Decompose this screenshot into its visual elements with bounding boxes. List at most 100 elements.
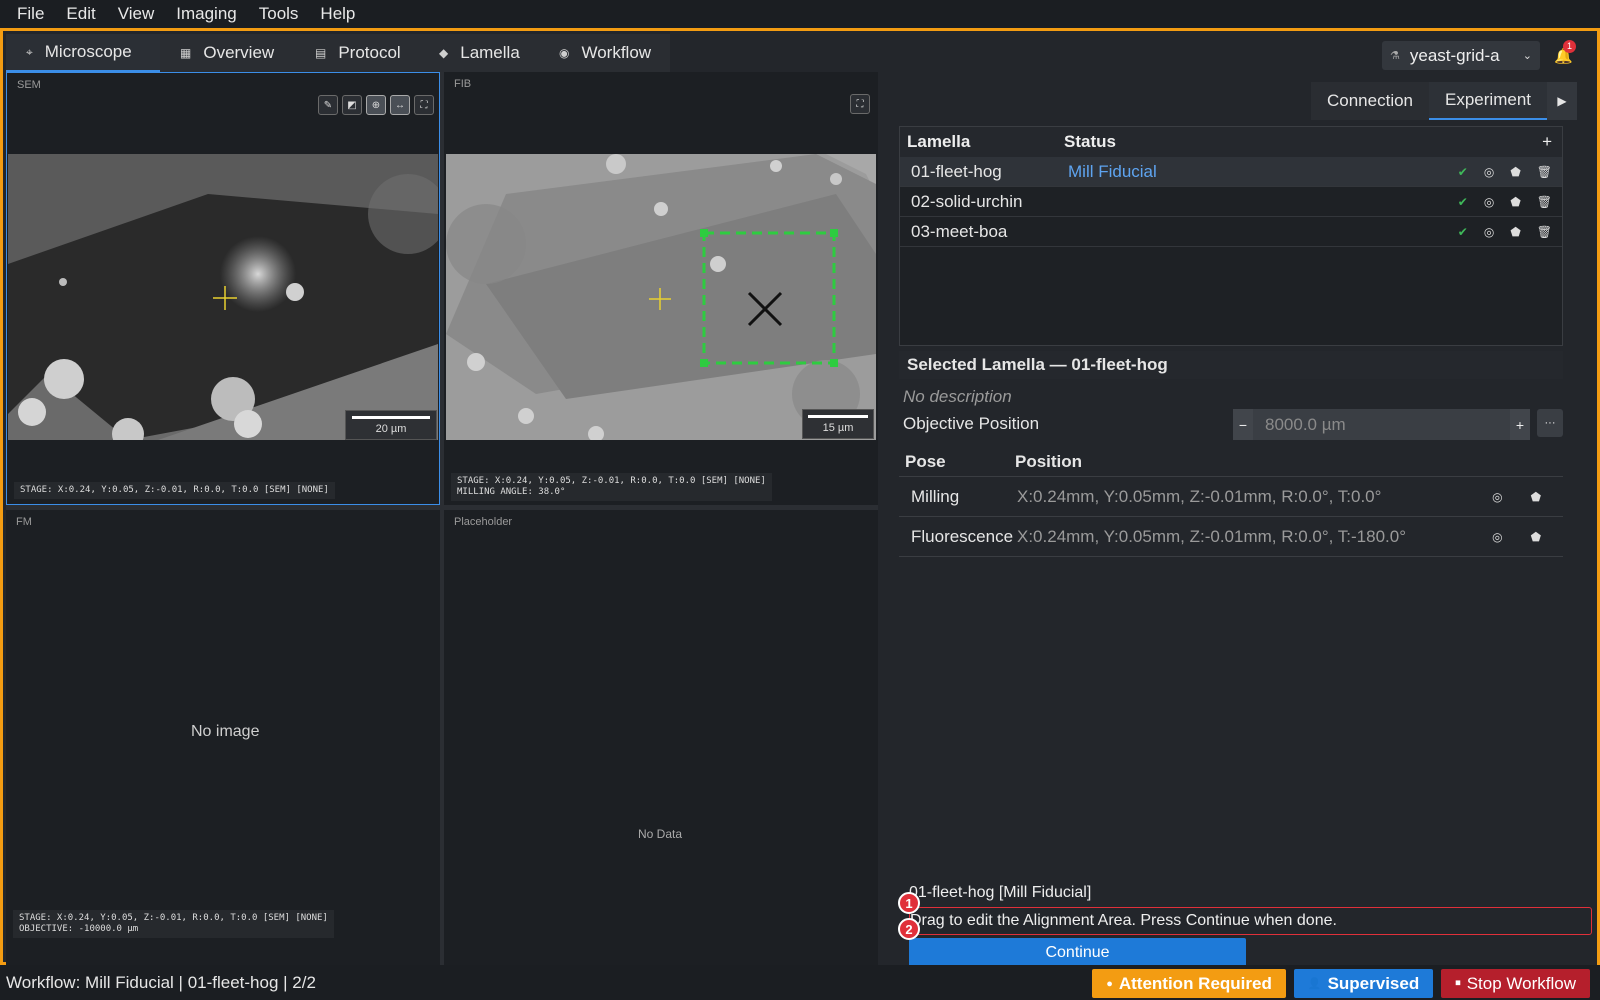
location-pin-icon[interactable]: ⬟ [1531, 530, 1541, 544]
chevron-down-icon: ⌄ [1522, 50, 1532, 62]
lamella-table-header: Lamella Status + [900, 127, 1562, 157]
menu-view[interactable]: View [107, 4, 166, 24]
increment-button[interactable]: + [1510, 409, 1530, 440]
right-splitter[interactable] [878, 72, 895, 965]
tab-experiment[interactable]: Experiment [1429, 82, 1547, 120]
fit-icon[interactable]: ⛶ [414, 95, 434, 115]
target-icon[interactable]: ◎ [1492, 530, 1502, 544]
sem-scale-bar: 20 µm [345, 410, 437, 440]
notification-badge: 1 [1563, 39, 1576, 53]
objective-position-row: Objective Position − 8000.0 µm + ··· [899, 408, 1563, 440]
target-icon[interactable]: ◎ [1484, 195, 1494, 209]
fm-no-image: No image [191, 723, 260, 740]
fib-stage-readout: STAGE: X:0.24, Y:0.05, Z:-0.01, R:0.0, T… [451, 473, 772, 501]
annotation-marker-1: 1 [898, 892, 920, 914]
fit-icon[interactable]: ⛶ [850, 94, 870, 114]
main-tab-bar: ⌖ Microscope ▦ Overview ▤ Protocol ◆ Lamella… [6, 34, 1594, 72]
contrast-icon[interactable]: ◩ [342, 95, 362, 115]
table-row: Fluorescence X:0.24mm, Y:0.05mm, Z:-0.01… [899, 517, 1563, 557]
project-selector[interactable]: ⚗ yeast-grid-a ⌄ [1382, 41, 1540, 70]
pencil-icon[interactable]: ✎ [318, 95, 338, 115]
main-window: ⌖ Microscope ▦ Overview ▤ Protocol ◆ Lamella… [0, 28, 1600, 968]
location-pin-icon[interactable]: ⬟ [1510, 195, 1520, 209]
status-bar: Workflow: Mill Fiducial | 01-fleet-hog |… [0, 965, 1600, 1000]
fm-viewer[interactable]: FM No image STAGE: X:0.24, Y:0.05, Z:-0.… [6, 510, 440, 965]
target-icon[interactable]: ◎ [1484, 225, 1494, 239]
flask-icon: ⚗ [1390, 50, 1400, 62]
stop-workflow-button[interactable]: ⏹ Stop Workflow [1441, 969, 1590, 998]
location-pin-icon[interactable]: ⬟ [1531, 490, 1541, 504]
annotation-marker-2: 2 [898, 918, 920, 940]
menu-help[interactable]: Help [309, 4, 366, 24]
fib-image[interactable]: 15 µm [446, 154, 876, 440]
attention-required-badge[interactable]: ● Attention Required [1092, 969, 1286, 998]
table-row[interactable]: 03-meet-boa ✔ ◎ ⬟ 🗑 [900, 217, 1562, 247]
decrement-button[interactable]: − [1233, 409, 1253, 440]
table-row: Milling X:0.24mm, Y:0.05mm, Z:-0.01mm, R… [899, 477, 1563, 517]
sem-image-graphic [8, 154, 438, 440]
fib-toolbar: ⛶ [850, 94, 870, 114]
objective-position-stepper: − 8000.0 µm + [1233, 409, 1530, 440]
workflow-step-title: 01-fleet-hog [Mill Fiducial] [909, 884, 1092, 901]
tab-workflow[interactable]: ◉ Workflow [539, 34, 670, 72]
right-tab-bar: Connection Experiment ▶ [1311, 82, 1577, 120]
table-row[interactable]: 02-solid-urchin ✔ ◎ ⬟ 🗑 [900, 187, 1562, 217]
continue-button[interactable]: Continue [909, 938, 1246, 968]
fib-scale-bar: 15 µm [802, 409, 874, 439]
user-icon: 👤 [1307, 978, 1322, 990]
measure-icon[interactable]: ↔ [390, 95, 410, 115]
sem-toolbar: ✎ ◩ ⊕ ↔ ⛶ [318, 95, 434, 115]
objective-position-input[interactable]: 8000.0 µm [1253, 409, 1510, 440]
location-pin-icon[interactable]: ⬟ [1510, 165, 1520, 179]
pose-table-header: Pose Position [899, 447, 1563, 477]
sem-stage-readout: STAGE: X:0.24, Y:0.05, Z:-0.01, R:0.0, T… [14, 482, 335, 499]
menu-imaging[interactable]: Imaging [165, 4, 247, 24]
workflow-status-text: Workflow: Mill Fiducial | 01-fleet-hog |… [6, 972, 316, 992]
supervised-toggle[interactable]: 👤 Supervised [1293, 969, 1434, 998]
map-icon: ▦ [180, 46, 192, 60]
target-icon[interactable]: ◎ [1492, 490, 1502, 504]
check-shield-icon[interactable]: ✔ [1458, 165, 1468, 179]
tab-protocol[interactable]: ▤ Protocol [295, 34, 419, 72]
play-circle-icon: ◉ [559, 46, 570, 60]
trash-icon[interactable]: 🗑 [1537, 225, 1552, 239]
check-shield-icon[interactable]: ✔ [1458, 225, 1468, 239]
document-icon: ▤ [315, 46, 327, 60]
crosshair-icon[interactable]: ⊕ [366, 95, 386, 115]
sem-viewer[interactable]: SEM ✎ ◩ ⊕ ↔ ⛶ 20 µm STAGE: X:0.24, Y:0.0… [6, 72, 440, 505]
notifications-button[interactable]: 🔔 1 [1554, 39, 1576, 65]
fib-viewer[interactable]: FIB ⛶ 15 µm STAGE: X:0.24, Y:0.05, Z:-0.… [444, 72, 878, 505]
more-options-button[interactable]: ··· [1537, 409, 1563, 437]
sem-image[interactable]: 20 µm [8, 154, 438, 440]
menu-bar: File Edit View Imaging Tools Help [0, 0, 1600, 28]
tab-microscope[interactable]: ⌖ Microscope [6, 34, 160, 72]
trash-icon[interactable]: 🗑 [1537, 195, 1552, 209]
placeholder-label: Placeholder [454, 516, 513, 528]
fm-label: FM [16, 516, 32, 528]
trash-icon[interactable]: 🗑 [1537, 165, 1552, 179]
add-lamella-button[interactable]: + [1542, 132, 1552, 152]
sem-label: SEM [17, 79, 41, 91]
check-shield-icon[interactable]: ✔ [1458, 195, 1468, 209]
alert-icon: ● [1106, 977, 1113, 990]
menu-file[interactable]: File [6, 4, 55, 24]
menu-tools[interactable]: Tools [248, 4, 310, 24]
tab-overview[interactable]: ▦ Overview [160, 34, 295, 72]
fib-label: FIB [454, 78, 472, 90]
chevron-right-icon[interactable]: ▶ [1547, 82, 1577, 120]
tab-lamella[interactable]: ◆ Lamella [419, 34, 539, 72]
objective-position-label: Objective Position [903, 414, 1040, 433]
layers-icon: ◆ [439, 46, 449, 60]
selected-lamella-title: Selected Lamella — 01-fleet-hog [899, 351, 1563, 379]
lamella-table: Lamella Status + 01-fleet-hog Mill Fiduc… [899, 126, 1563, 346]
location-pin-icon[interactable]: ⬟ [1510, 225, 1520, 239]
menu-edit[interactable]: Edit [55, 4, 106, 24]
tab-connection[interactable]: Connection [1311, 82, 1430, 120]
fm-stage-readout: STAGE: X:0.24, Y:0.05, Z:-0.01, R:0.0, T… [13, 910, 334, 938]
microscope-icon: ⌖ [26, 44, 33, 59]
experiment-panel: Connection Experiment ▶ Lamella Status +… [895, 72, 1597, 968]
project-name: yeast-grid-a [1409, 45, 1500, 65]
table-row[interactable]: 01-fleet-hog Mill Fiducial ✔ ◎ ⬟ 🗑 [900, 157, 1562, 187]
target-icon[interactable]: ◎ [1484, 165, 1494, 179]
placeholder-no-data: No Data [638, 827, 683, 841]
